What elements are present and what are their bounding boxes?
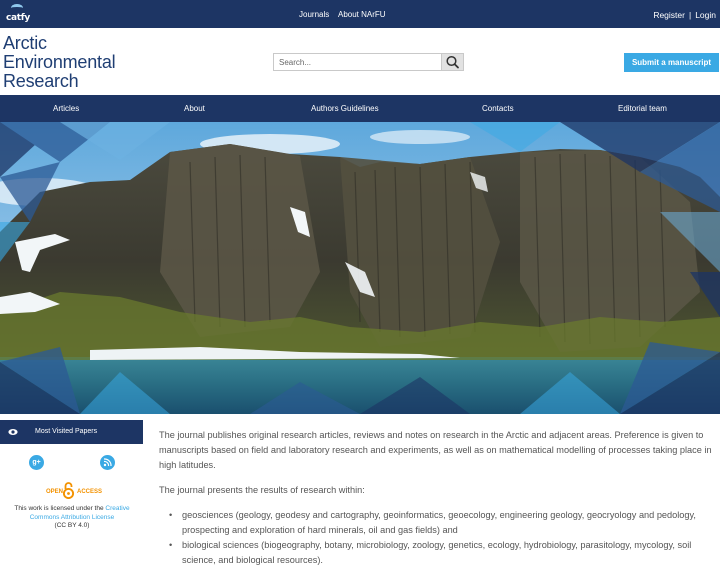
search-input[interactable]: [273, 53, 442, 71]
google-plus-icon[interactable]: g+: [29, 455, 44, 470]
list-item: biological sciences (biogeography, botan…: [169, 538, 715, 568]
hero-arctic-cliffs-image: [0, 122, 720, 414]
journal-title-line: Research: [3, 71, 79, 91]
account-separator: |: [688, 10, 692, 20]
journal-title-line: Arctic: [3, 33, 47, 53]
search-button[interactable]: [441, 53, 464, 71]
logo-arc-icon: [11, 4, 23, 12]
rss-glyph: [103, 458, 112, 467]
top-bar: catfy Journals About NArFU Register | Logi…: [0, 0, 720, 28]
main-nav-about[interactable]: About: [184, 95, 205, 122]
submit-manuscript-button[interactable]: Submit a manuscript: [624, 53, 719, 72]
license-text: This work is licensed under the: [14, 505, 106, 512]
search-box: [273, 53, 464, 71]
nav-about-narfu[interactable]: About NArFU: [338, 10, 386, 19]
pensoft-logo[interactable]: catfy: [6, 4, 30, 24]
journal-description: The journal publishes original research …: [159, 428, 715, 568]
main-nav-authors-guidelines[interactable]: Authors Guidelines: [311, 95, 379, 122]
description-paragraph: The journal publishes original research …: [159, 430, 712, 470]
account-links: Register | Login: [653, 10, 716, 20]
journal-title[interactable]: Arctic Environmental Research: [3, 34, 163, 91]
open-access-lock-icon: [62, 482, 75, 499]
main-nav-editorial-team[interactable]: Editorial team: [618, 95, 667, 122]
most-visited-papers-button[interactable]: Most Visited Papers: [0, 420, 143, 444]
login-link[interactable]: Login: [695, 10, 716, 20]
register-link[interactable]: Register: [653, 10, 685, 20]
main-nav-contacts[interactable]: Contacts: [482, 95, 514, 122]
main-nav: Articles About Authors Guidelines Contac…: [0, 95, 720, 122]
license-notice: This work is licensed under the Creative…: [4, 505, 140, 531]
open-access-access-text: ACCESS: [77, 489, 103, 495]
logo-text: catfy: [6, 13, 30, 23]
journal-title-line: Environmental: [3, 52, 116, 72]
rss-icon[interactable]: [100, 455, 115, 470]
research-areas-intro: The journal presents the results of rese…: [159, 485, 365, 495]
search-icon: [446, 55, 459, 69]
most-visited-papers-label: Most Visited Papers: [35, 428, 98, 435]
research-areas-list: geosciences (geology, geodesy and cartog…: [169, 508, 715, 568]
hero-banner: [0, 122, 720, 414]
main-nav-articles[interactable]: Articles: [53, 95, 79, 122]
open-access-open-text: OPEN: [46, 489, 64, 495]
nav-journals[interactable]: Journals: [299, 10, 329, 19]
list-item: geosciences (geology, geodesy and cartog…: [169, 508, 715, 538]
license-short: (CC BY 4.0): [54, 522, 90, 529]
eye-icon: [8, 429, 18, 435]
